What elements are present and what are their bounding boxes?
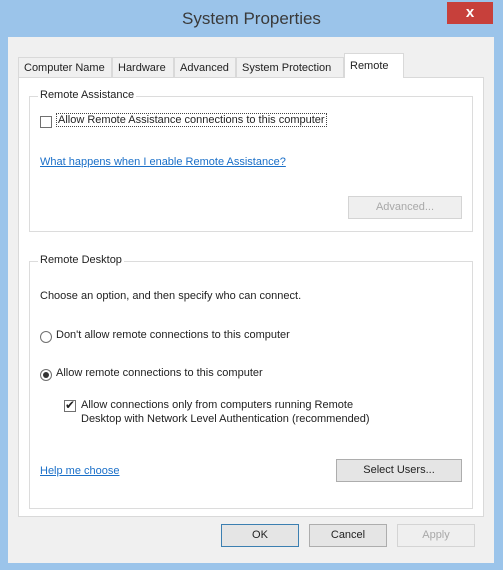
apply-button[interactable]: Apply — [397, 524, 475, 547]
remote-desktop-intro: Choose an option, and then specify who c… — [40, 290, 302, 302]
system-properties-window: System Properties x Computer Name Hardwa… — [0, 0, 503, 570]
window-title: System Properties — [182, 9, 321, 28]
remote-desktop-group: Remote Desktop Choose an option, and the… — [29, 254, 473, 509]
nla-label-line1: Allow connections only from computers ru… — [81, 399, 354, 411]
remote-assistance-group: Remote Assistance Allow Remote Assistanc… — [29, 89, 473, 232]
remote-assistance-help-link[interactable]: What happens when I enable Remote Assist… — [40, 156, 286, 168]
remote-tab-page: Remote Assistance Allow Remote Assistanc… — [18, 77, 484, 517]
tab-remote[interactable]: Remote — [344, 53, 404, 78]
remote-desktop-title: Remote Desktop — [38, 254, 124, 266]
tab-advanced[interactable]: Advanced — [174, 57, 236, 77]
tab-computer-name[interactable]: Computer Name — [18, 57, 112, 77]
nla-label-line2: Desktop with Network Level Authenticatio… — [81, 413, 370, 425]
tab-system-protection[interactable]: System Protection — [236, 57, 344, 77]
advanced-button[interactable]: Advanced... — [348, 196, 462, 219]
help-me-choose-link[interactable]: Help me choose — [40, 465, 120, 477]
allow-remote-assistance-text: Allow Remote Assistance connections to t… — [56, 113, 327, 127]
nla-label[interactable]: Allow connections only from computers ru… — [81, 398, 370, 426]
allow-remote-label[interactable]: Allow remote connections to this compute… — [56, 367, 263, 379]
allow-remote-assistance-label[interactable]: Allow Remote Assistance connections to t… — [56, 113, 327, 127]
allow-remote-assistance-checkbox[interactable] — [40, 116, 52, 128]
title-bar[interactable]: System Properties x — [0, 0, 503, 37]
cancel-button[interactable]: Cancel — [309, 524, 387, 547]
nla-checkbox[interactable] — [64, 398, 76, 412]
dont-allow-remote-radio[interactable] — [40, 331, 52, 343]
tab-hardware[interactable]: Hardware — [112, 57, 174, 77]
dont-allow-remote-label[interactable]: Don't allow remote connections to this c… — [56, 329, 290, 341]
select-users-button[interactable]: Select Users... — [336, 459, 462, 482]
dialog-body: Computer Name Hardware Advanced System P… — [8, 37, 494, 563]
allow-remote-radio[interactable] — [40, 369, 52, 381]
remote-assistance-title: Remote Assistance — [38, 89, 137, 101]
ok-button[interactable]: OK — [221, 524, 299, 547]
close-button[interactable]: x — [447, 2, 493, 24]
